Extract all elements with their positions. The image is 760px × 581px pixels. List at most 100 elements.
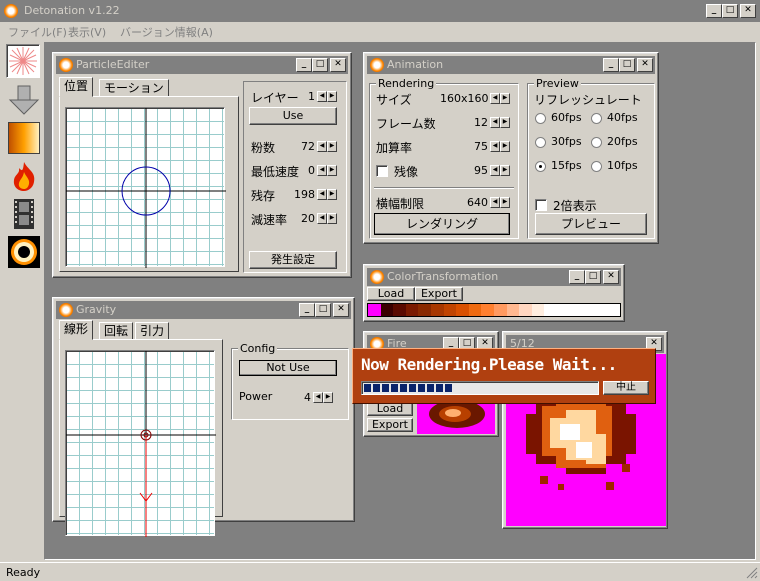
close-button[interactable]: ✕ <box>603 270 619 284</box>
color-swatch[interactable] <box>443 304 457 316</box>
explosion-icon[interactable] <box>8 236 40 268</box>
fps-radio[interactable] <box>535 137 546 148</box>
double-size-checkbox[interactable] <box>535 199 547 211</box>
minimize-button[interactable]: _ <box>706 4 722 18</box>
color-swatch[interactable] <box>493 304 507 316</box>
anim-param-value: 95 <box>474 164 488 177</box>
color-export-button[interactable]: Export <box>415 287 463 301</box>
cancel-render-button[interactable]: 中止 <box>603 381 649 395</box>
minimize-button[interactable]: _ <box>603 58 619 72</box>
param-spinner[interactable]: ◀ ▶ <box>317 165 337 176</box>
width-limit-label: 横幅制限 <box>376 197 425 211</box>
window-icon <box>59 303 73 317</box>
close-button[interactable]: ✕ <box>740 4 756 18</box>
maximize-button[interactable]: □ <box>312 58 328 72</box>
afterimage-checkbox[interactable] <box>376 165 388 177</box>
color-swatch[interactable] <box>468 304 482 316</box>
particle-grid[interactable] <box>65 107 226 268</box>
fps-radio[interactable] <box>591 113 602 124</box>
tab-position[interactable]: 位置 <box>59 77 94 97</box>
fire-export-button[interactable]: Export <box>367 418 413 432</box>
resize-grip-icon[interactable] <box>746 567 758 579</box>
param-spinner[interactable]: ◀ ▶ <box>317 141 337 152</box>
fire-load-button[interactable]: Load <box>367 402 413 416</box>
maximize-button[interactable]: □ <box>722 4 738 18</box>
color-swatch[interactable] <box>556 304 570 316</box>
maximize-button[interactable]: □ <box>619 58 635 72</box>
fps-label: 15fps <box>551 159 582 172</box>
color-swatch[interactable] <box>481 304 494 316</box>
minimize-button[interactable]: _ <box>569 270 585 284</box>
fps-radio[interactable] <box>535 113 546 124</box>
color-transformation-window: ColorTransformation _ □ ✕ Load Export <box>363 264 625 322</box>
power-spinner[interactable]: ◀ ▶ <box>313 392 333 403</box>
menu-version[interactable]: バージョン情報(A) <box>120 24 213 40</box>
color-swatch[interactable] <box>456 304 469 316</box>
color-swatch[interactable] <box>380 304 394 316</box>
param-value: 72 <box>301 140 315 153</box>
gravity-arrow-icon[interactable] <box>8 84 40 116</box>
color-load-button[interactable]: Load <box>367 287 415 301</box>
color-swatch[interactable] <box>569 304 583 316</box>
color-swatch[interactable] <box>393 304 406 316</box>
close-button[interactable]: ✕ <box>333 303 349 317</box>
color-swatch[interactable] <box>594 304 608 316</box>
color-swatch[interactable] <box>368 304 381 316</box>
minimize-button[interactable]: _ <box>299 303 315 317</box>
window-icon <box>370 58 384 72</box>
fps-radio[interactable] <box>591 137 602 148</box>
minimize-button[interactable]: _ <box>296 58 312 72</box>
double-size-label: 2倍表示 <box>553 199 597 213</box>
fire-icon[interactable] <box>8 160 40 192</box>
tab-attraction[interactable]: 引力 <box>135 322 170 340</box>
fps-radio-selected[interactable] <box>535 161 546 172</box>
sparkle-tool-icon[interactable] <box>6 44 40 78</box>
anim-param-spinner[interactable]: ◀ ▶ <box>490 165 510 176</box>
color-swatch[interactable] <box>582 304 595 316</box>
close-button[interactable]: ✕ <box>637 58 653 72</box>
gravity-grid[interactable] <box>65 350 216 537</box>
tab-motion[interactable]: モーション <box>99 79 169 97</box>
maximize-button[interactable]: □ <box>585 270 601 284</box>
color-swatch[interactable] <box>405 304 419 316</box>
preview-button[interactable]: プレビュー <box>535 213 647 235</box>
color-swatch[interactable] <box>430 304 444 316</box>
maximize-button[interactable]: □ <box>315 303 331 317</box>
width-limit-spinner[interactable]: ◀ ▶ <box>490 197 510 208</box>
anim-param-spinner[interactable]: ◀ ▶ <box>490 117 510 128</box>
menu-view[interactable]: 表示(V) <box>68 24 106 40</box>
anim-param-value: 160x160 <box>440 92 489 105</box>
color-gradient-icon[interactable] <box>8 122 40 154</box>
close-button[interactable]: ✕ <box>330 58 346 72</box>
use-button[interactable]: Use <box>249 107 337 125</box>
fps-radio[interactable] <box>591 161 602 172</box>
particle-editor-window: ParticleEditer _ □ ✕ 位置 モーション レイヤー 1 ◀ ▶ … <box>52 52 352 278</box>
anim-param-spinner[interactable]: ◀ ▶ <box>490 141 510 152</box>
status-bar: Ready <box>0 562 760 581</box>
animation-window: Animation _ □ ✕ Rendering サイズ 160x160 ◀ ▶… <box>363 52 659 244</box>
anim-param-value: 12 <box>474 116 488 129</box>
param-spinner[interactable]: ◀ ▶ <box>317 213 337 224</box>
color-swatch[interactable] <box>418 304 431 316</box>
window-icon <box>370 270 384 284</box>
layer-spinner[interactable]: ◀ ▶ <box>317 91 337 102</box>
color-swatch[interactable] <box>531 304 545 316</box>
film-icon[interactable] <box>8 198 40 230</box>
tab-rotation[interactable]: 回転 <box>99 322 134 340</box>
render-button[interactable]: レンダリング <box>374 213 510 235</box>
color-swatch[interactable] <box>607 304 620 316</box>
color-swatch[interactable] <box>519 304 532 316</box>
color-swatch-strip[interactable] <box>367 303 621 317</box>
color-swatch[interactable] <box>506 304 520 316</box>
tab-linear[interactable]: 線形 <box>59 320 94 340</box>
color-swatch[interactable] <box>544 304 557 316</box>
menu-file[interactable]: ファイル(F) <box>8 24 67 40</box>
config-group: Config <box>231 342 349 420</box>
not-use-button[interactable]: Not Use <box>239 360 337 376</box>
anim-param-label: 加算率 <box>376 141 413 155</box>
rendering-group-label: Rendering <box>376 77 437 90</box>
particle-editor-title: ParticleEditer <box>76 58 150 71</box>
param-spinner[interactable]: ◀ ▶ <box>317 189 337 200</box>
anim-param-spinner[interactable]: ◀ ▶ <box>490 93 510 104</box>
emission-settings-button[interactable]: 発生設定 <box>249 251 337 269</box>
